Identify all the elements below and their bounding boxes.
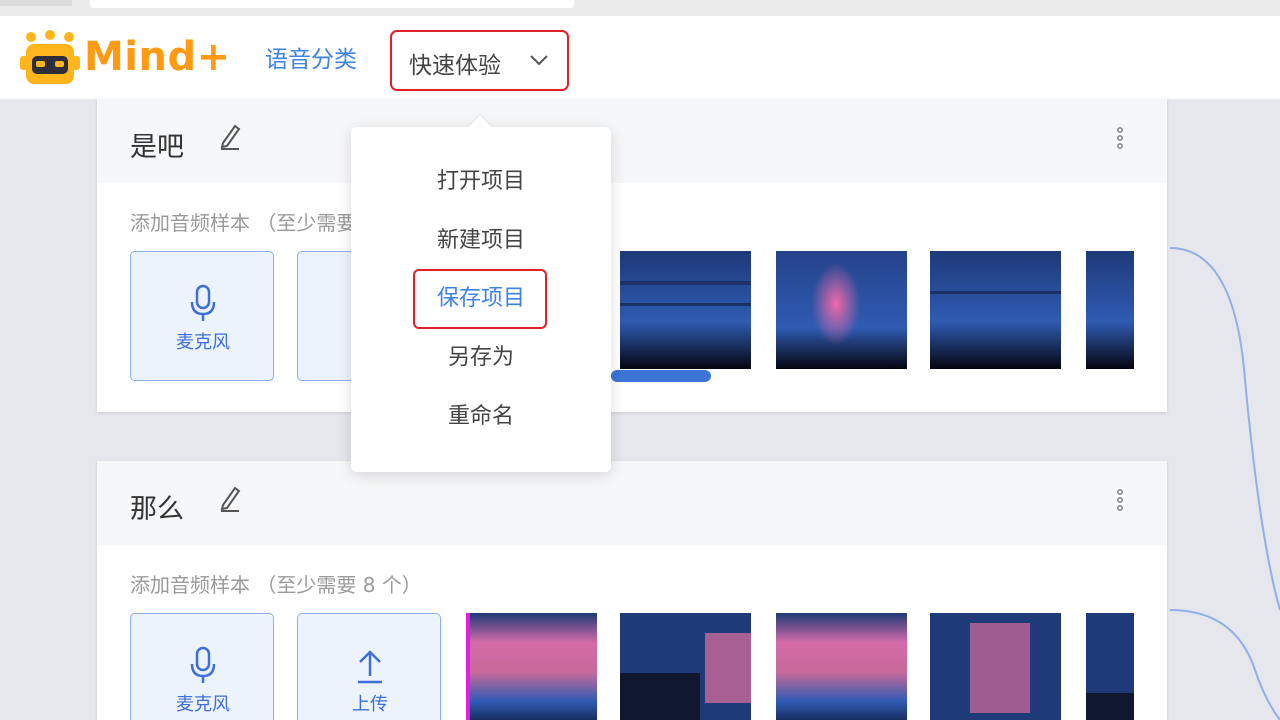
more-vertical-icon[interactable] [1113,488,1127,520]
logo-text: Mind+ [84,34,231,80]
upload-icon [358,650,382,684]
pencil-edit-icon[interactable] [217,483,243,513]
mindplus-logo: Mind+ [18,28,238,90]
menu-item-save-as[interactable]: 另存为 [351,338,611,378]
menu-item-open-project[interactable]: 打开项目 [351,162,611,202]
spectrogram-sample[interactable] [620,613,751,720]
spectrogram-sample[interactable] [776,613,907,720]
address-bar[interactable] [90,0,574,8]
microphone-label: 麦克风 [176,332,230,353]
quick-experience-menu: 打开项目 新建项目 保存项目 另存为 重命名 [351,115,611,472]
recording-progress-bar [611,370,711,382]
spectrogram-sample[interactable] [1086,613,1134,720]
nav-voice-classification[interactable]: 语音分类 [265,40,357,74]
spectrogram-sample[interactable] [930,613,1061,720]
microphone-label: 麦克风 [176,694,230,715]
spectrogram-sample[interactable] [620,251,751,369]
more-vertical-icon[interactable] [1113,126,1127,158]
microphone-icon [190,646,216,683]
microphone-button[interactable]: 麦克风 [130,251,274,381]
browser-top-strip [0,0,1280,16]
class-title: 那么 [130,494,184,525]
connector-lines [1169,247,1280,720]
pencil-edit-icon[interactable] [217,121,243,151]
spectrogram-sample[interactable] [930,251,1061,369]
menu-item-new-project[interactable]: 新建项目 [351,221,611,261]
chevron-down-icon [530,55,548,66]
spectrogram-sample[interactable] [776,251,907,369]
upload-button[interactable]: 上传 [297,613,441,720]
class-card-header: 是吧 [97,99,1167,183]
spectrogram-sample[interactable] [1086,251,1134,369]
class-card-header: 那么 [97,461,1167,545]
microphone-button[interactable]: 麦克风 [130,613,274,720]
robot-logo-icon [20,30,80,84]
sample-hint: 添加音频样本 （至少需要 8 个） [130,573,422,597]
menu-item-save-project[interactable]: 保存项目 [351,269,611,329]
app-header: Mind+ 语音分类 快速体验 [0,16,1280,99]
highlight-box [413,269,547,329]
menu-item-rename[interactable]: 重命名 [351,397,611,437]
spectrogram-sample[interactable] [466,613,597,720]
upload-label: 上传 [352,694,388,715]
microphone-icon [190,284,216,321]
quick-experience-dropdown[interactable]: 快速体验 [390,30,569,91]
class-title: 是吧 [130,132,184,163]
quick-experience-label: 快速体验 [409,53,501,79]
browser-tab[interactable] [0,0,72,6]
